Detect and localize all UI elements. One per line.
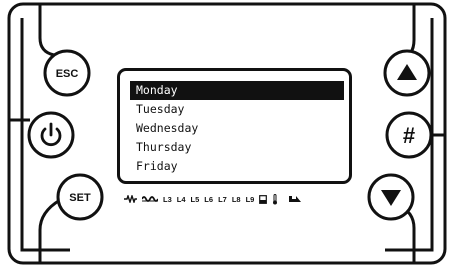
level-indicator-l4: L4: [176, 194, 186, 204]
pump-icon: [289, 195, 302, 203]
level-indicator-l9: L9: [245, 194, 255, 204]
esc-button[interactable]: ESC: [43, 49, 91, 97]
lcd-screen: Monday Tuesday Wednesday Thursday Friday: [117, 68, 352, 184]
esc-connector: [38, 4, 55, 57]
thermometer-icon: [272, 193, 278, 205]
esc-button-label: ESC: [56, 68, 79, 80]
indicator-row: L3 L4 L5 L6 L7 L8 L9: [124, 191, 356, 207]
hash-button-label: #: [403, 123, 415, 148]
tank-icon: [259, 194, 268, 204]
level-indicator-l6: L6: [204, 194, 214, 204]
set-button-label: SET: [69, 192, 91, 204]
power-button[interactable]: [27, 111, 75, 159]
level-indicator-l3: L3: [163, 194, 172, 204]
menu-item-friday[interactable]: Friday: [130, 157, 344, 176]
set-button[interactable]: SET: [56, 173, 104, 221]
level-indicator-l7: L7: [218, 194, 227, 204]
level-indicator-l5: L5: [190, 194, 200, 204]
heater-icon: [124, 195, 137, 203]
menu-item-wednesday[interactable]: Wednesday: [130, 119, 344, 138]
up-button[interactable]: [383, 49, 431, 97]
menu-item-tuesday[interactable]: Tuesday: [130, 100, 344, 119]
level-indicator-l8: L8: [231, 194, 241, 204]
menu-item-monday[interactable]: Monday: [130, 81, 344, 100]
down-button[interactable]: [367, 173, 415, 221]
day-menu: Monday Tuesday Wednesday Thursday Friday: [130, 81, 344, 176]
coil-icon: [142, 195, 158, 203]
hash-button[interactable]: #: [385, 111, 433, 159]
menu-item-thursday[interactable]: Thursday: [130, 138, 344, 157]
set-connector: [38, 198, 61, 263]
